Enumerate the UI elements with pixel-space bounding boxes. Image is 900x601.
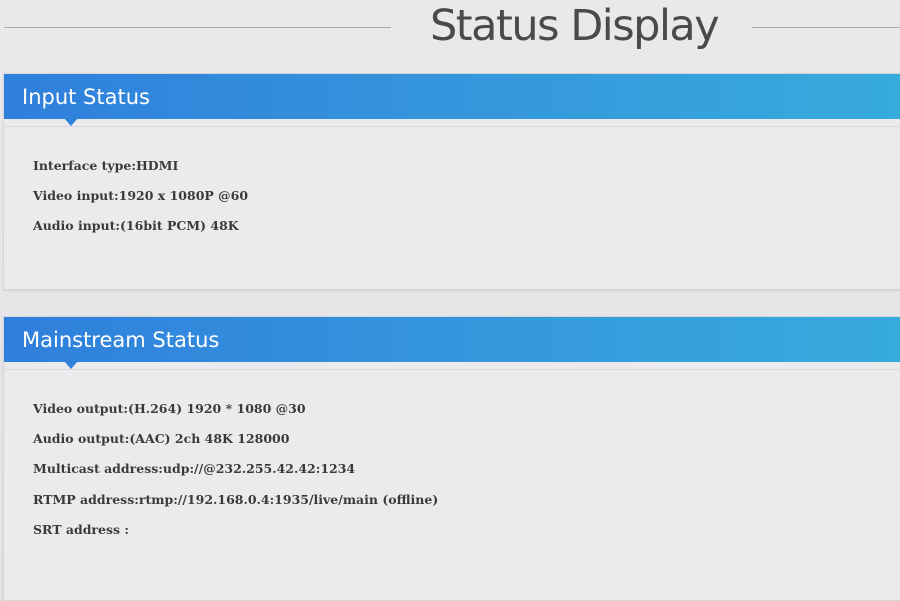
panel-divider bbox=[4, 126, 900, 127]
multicast-address-line: Multicast address:udp://@232.255.42.42:1… bbox=[33, 461, 356, 476]
page-header: Status Display bbox=[0, 0, 900, 62]
header-pointer-icon bbox=[64, 361, 78, 369]
header-pointer-icon bbox=[64, 118, 78, 126]
page-title: Status Display bbox=[430, 1, 720, 51]
audio-input-line: Audio input:(16bit PCM) 48K bbox=[33, 218, 239, 233]
header-divider-left bbox=[4, 27, 391, 28]
input-status-panel: Input Status Interface type:HDMI Video i… bbox=[3, 73, 900, 290]
header-divider-right bbox=[752, 27, 900, 28]
video-input-line: Video input:1920 x 1080P @60 bbox=[33, 188, 249, 203]
rtmp-address-line: RTMP address:rtmp://192.168.0.4:1935/liv… bbox=[33, 492, 439, 507]
mainstream-status-title: Mainstream Status bbox=[22, 328, 220, 352]
interface-type-line: Interface type:HDMI bbox=[33, 158, 179, 173]
audio-output-line: Audio output:(AAC) 2ch 48K 128000 bbox=[33, 431, 290, 446]
video-output-line: Video output:(H.264) 1920 * 1080 @30 bbox=[33, 401, 306, 416]
panel-divider bbox=[4, 369, 900, 370]
mainstream-status-panel: Mainstream Status Video output:(H.264) 1… bbox=[3, 316, 900, 601]
mainstream-status-header: Mainstream Status bbox=[4, 317, 900, 369]
input-status-header: Input Status bbox=[4, 74, 900, 126]
input-status-title: Input Status bbox=[22, 85, 150, 109]
srt-address-line: SRT address : bbox=[33, 522, 130, 537]
